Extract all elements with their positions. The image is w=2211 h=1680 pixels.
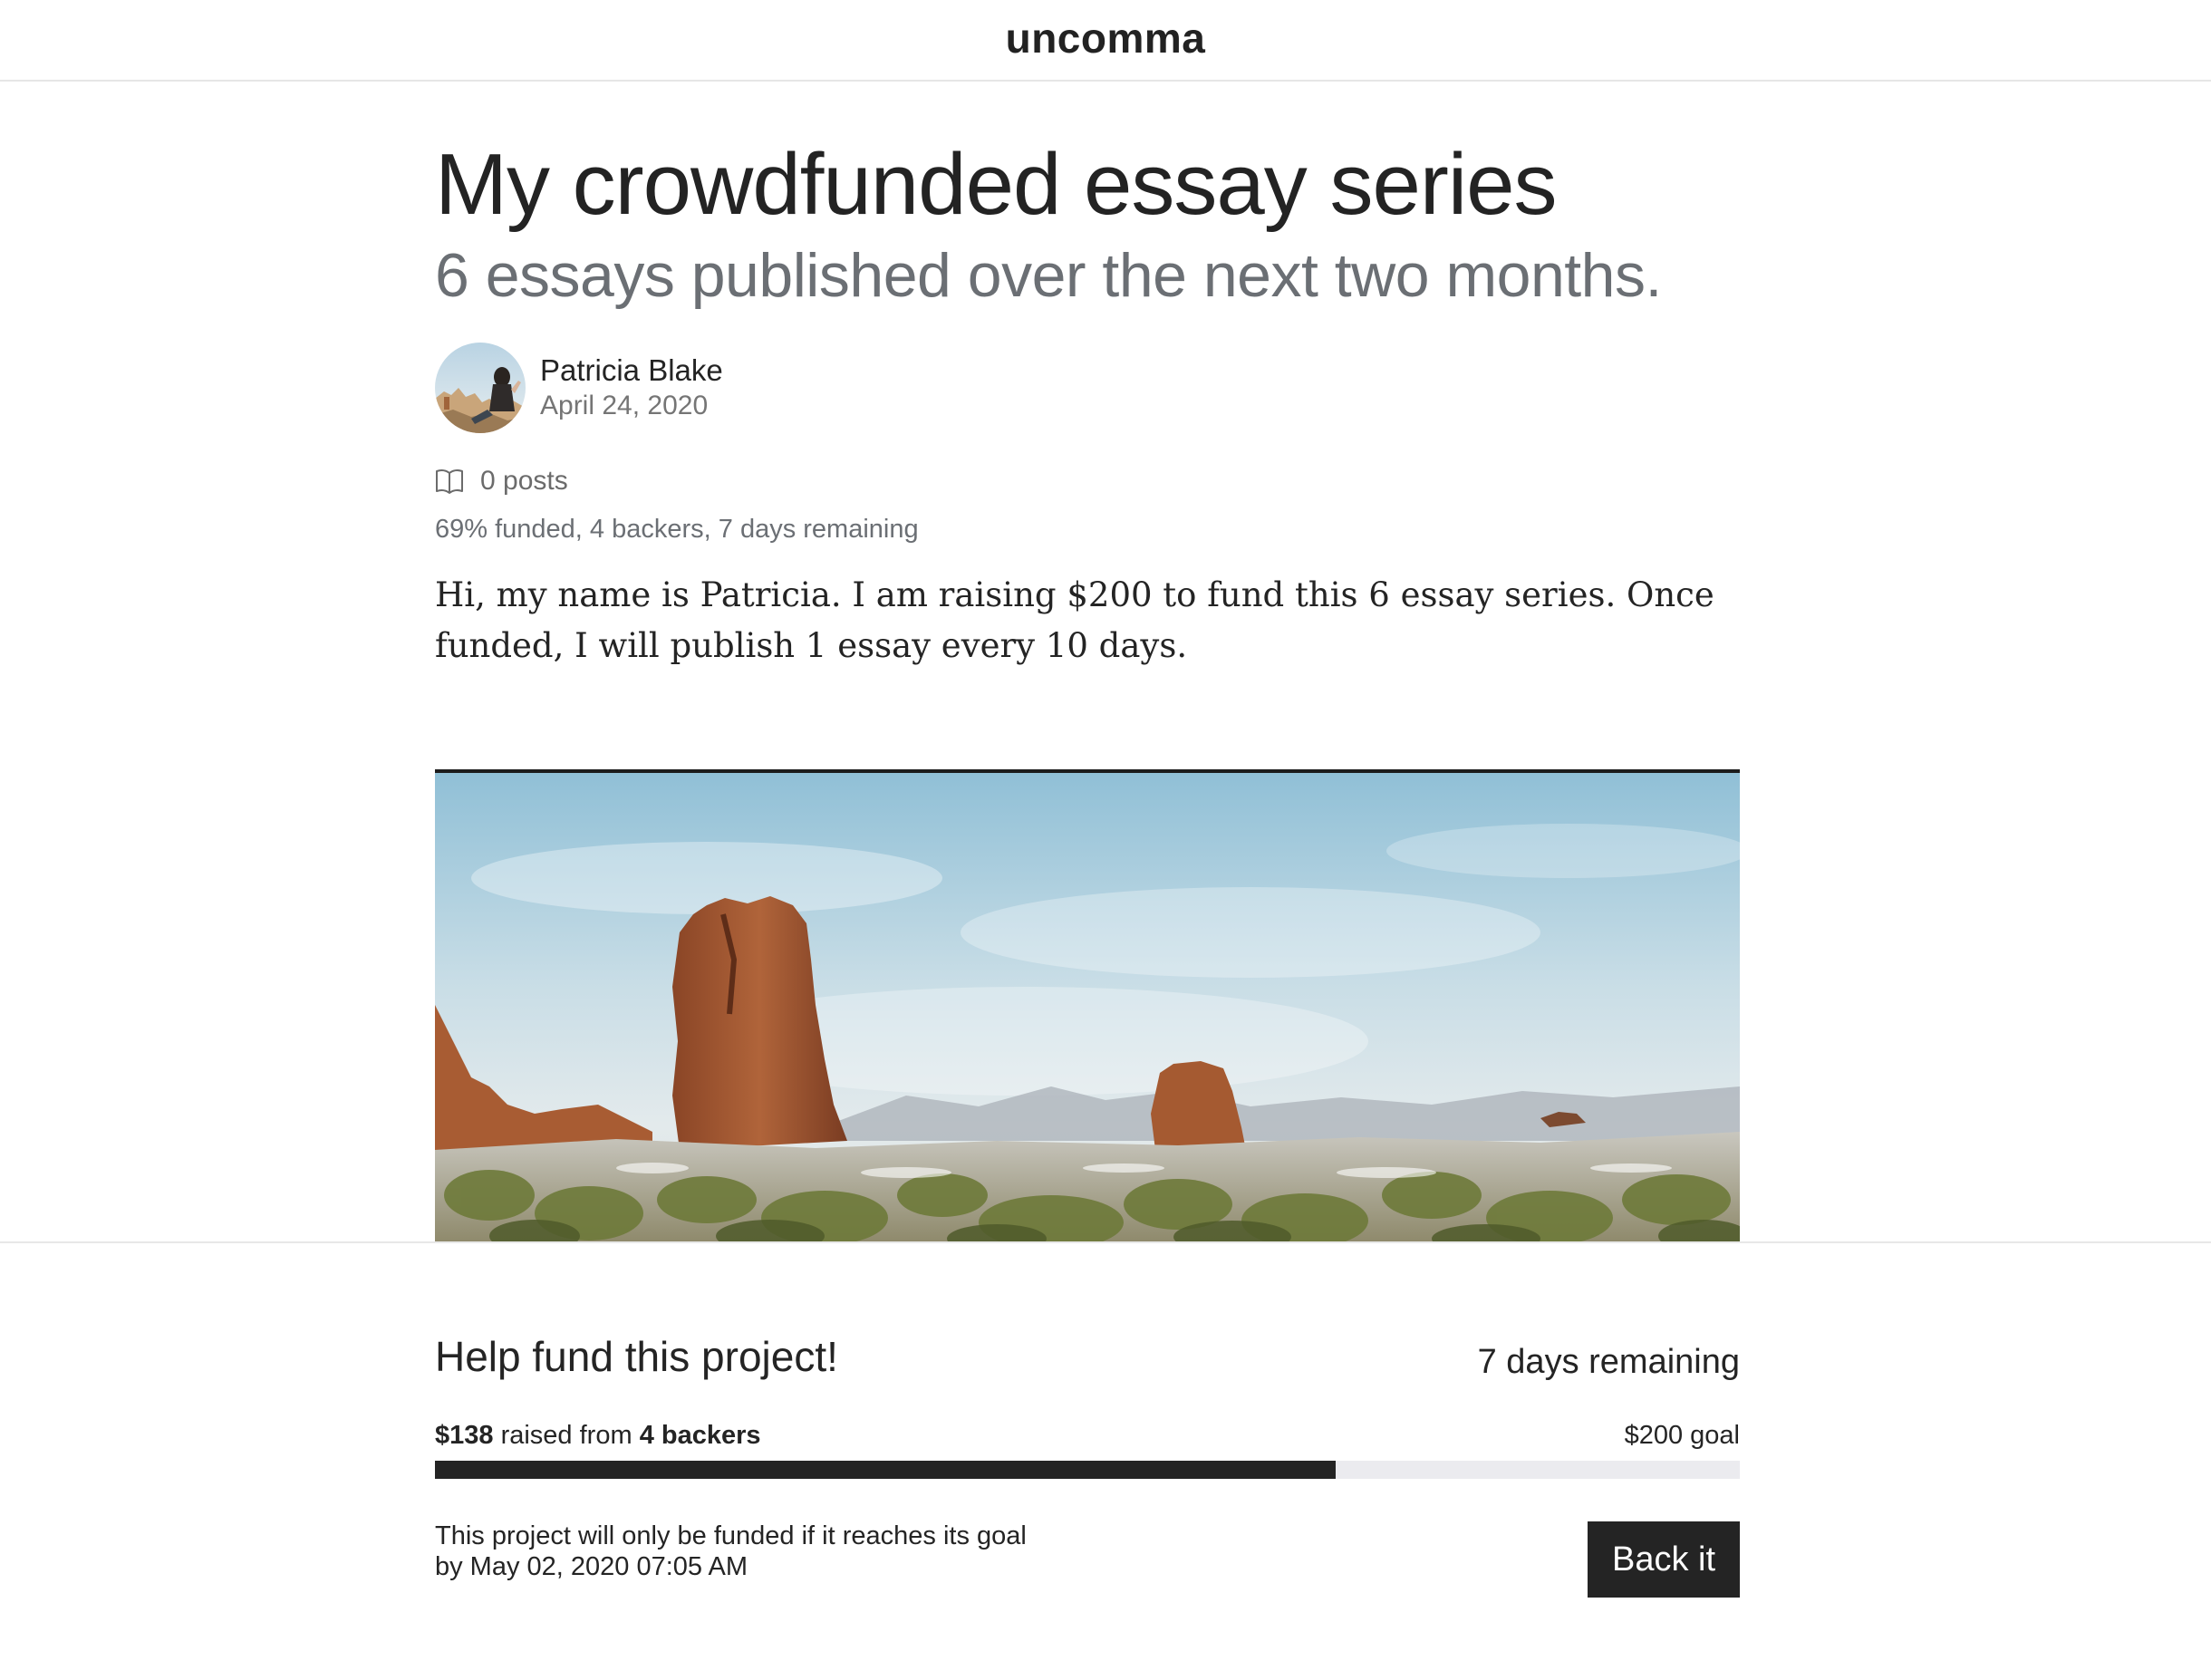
backers-count: 4 backers [639, 1421, 761, 1450]
author-byline: Patricia Blake April 24, 2020 [435, 343, 1740, 433]
funding-deadline-note: This project will only be funded if it r… [435, 1521, 1027, 1582]
posts-count-label: 0 posts [480, 466, 568, 496]
top-bar: uncomma [0, 0, 2211, 82]
article-subtitle: 6 essays published over the next two mon… [435, 241, 1662, 310]
days-remaining: 7 days remaining [1477, 1343, 1740, 1381]
avatar[interactable] [435, 343, 526, 433]
author-meta: Patricia Blake April 24, 2020 [540, 352, 723, 423]
funding-note-line1: This project will only be funded if it r… [435, 1521, 1027, 1550]
posts-count[interactable]: 0 posts [435, 466, 1740, 497]
funding-summary: 69% funded, 4 backers, 7 days remaining [435, 515, 919, 544]
article-title: My crowdfunded essay series [435, 136, 1558, 233]
article: My crowdfunded essay series 6 essays pub… [435, 82, 1740, 705]
publish-date: April 24, 2020 [540, 391, 709, 420]
funding-heading: Help fund this project! [435, 1333, 838, 1380]
site-logo[interactable]: uncomma [1006, 14, 1206, 63]
funding-progress-bar [435, 1461, 1740, 1479]
raised-summary: $138 raised from 4 backers [435, 1421, 761, 1451]
funding-note-line2: by May 02, 2020 07:05 AM [435, 1552, 748, 1581]
author-name[interactable]: Patricia Blake [540, 352, 723, 389]
hero-image [435, 769, 1740, 1241]
article-body: Hi, my name is Patricia. I am raising $2… [435, 575, 1714, 665]
funding-goal: $200 goal [1624, 1421, 1740, 1450]
raised-amount: $138 [435, 1421, 494, 1450]
funding-progress-fill [435, 1461, 1336, 1479]
book-open-icon [435, 468, 464, 494]
raised-text: raised from [493, 1421, 640, 1450]
back-it-button[interactable]: Back it [1588, 1521, 1740, 1598]
funding-panel: Help fund this project! 7 days remaining… [0, 1241, 2211, 1680]
